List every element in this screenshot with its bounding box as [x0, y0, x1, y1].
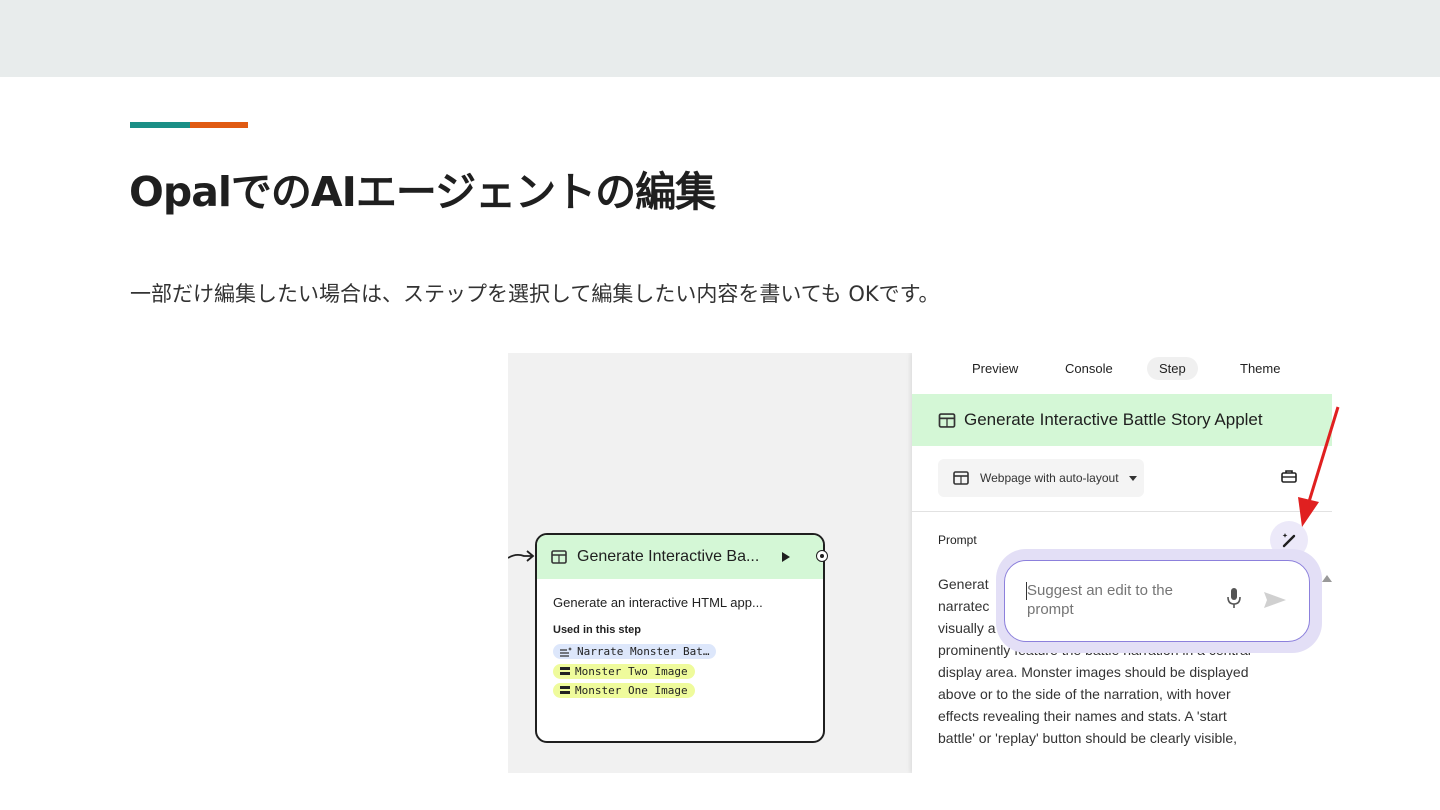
- chip-label: Monster Two Image: [575, 664, 688, 678]
- webpage-icon: [953, 471, 969, 485]
- tab-theme[interactable]: Theme: [1228, 357, 1292, 380]
- title-accent-teal: [130, 122, 190, 128]
- incoming-edge-arrow: [508, 550, 535, 562]
- prompt-line: display area. Monster images should be d…: [938, 664, 1249, 680]
- step-title[interactable]: Generate Interactive Battle Story Applet: [964, 410, 1263, 430]
- prompt-line: above or to the side of the narration, w…: [938, 686, 1231, 702]
- webpage-icon: [938, 412, 956, 428]
- chip-narrate-monster[interactable]: Narrate Monster Bat…: [553, 644, 717, 659]
- equals-icon: [560, 686, 570, 694]
- text-spark-icon: [560, 646, 572, 657]
- step-header: Generate Interactive Battle Story Applet: [912, 394, 1332, 446]
- play-icon[interactable]: [781, 551, 791, 563]
- app-screenshot: Generate Interactive Ba... Generate an i…: [508, 353, 1332, 773]
- tab-console[interactable]: Console: [1053, 357, 1125, 380]
- webpage-icon: [551, 550, 567, 564]
- slide-subtitle: 一部だけ編集したい場合は、ステップを選択して編集したい内容を書いても OKです。: [130, 282, 940, 306]
- node-description: Generate an interactive HTML app...: [553, 595, 763, 610]
- chip-label: Narrate Monster Bat…: [577, 645, 710, 658]
- prompt-label: Prompt: [938, 533, 977, 547]
- step-node[interactable]: Generate Interactive Ba... Generate an i…: [535, 533, 825, 743]
- equals-icon: [560, 667, 570, 675]
- node-header[interactable]: Generate Interactive Ba...: [537, 535, 823, 579]
- panel-tabs: Preview Console Step Theme: [912, 353, 1332, 393]
- output-type-label: Webpage with auto-layout: [980, 471, 1119, 485]
- output-port[interactable]: [816, 550, 828, 562]
- microphone-icon[interactable]: [1227, 587, 1241, 609]
- node-used-label: Used in this step: [553, 624, 642, 636]
- tab-preview[interactable]: Preview: [960, 357, 1030, 380]
- slide-title: OpalでのAIエージェントの編集: [129, 168, 716, 216]
- output-type-select[interactable]: Webpage with auto-layout: [938, 459, 1144, 497]
- suggest-edit-input[interactable]: [1027, 581, 1207, 619]
- chip-label: Monster One Image: [575, 683, 688, 697]
- scrollbar-up-arrow[interactable]: [1322, 575, 1332, 582]
- chip-monster-one-image[interactable]: Monster One Image: [553, 682, 695, 698]
- prompt-line: effects revealing their names and stats.…: [938, 708, 1227, 724]
- suggest-edit-box[interactable]: [1004, 560, 1310, 642]
- prompt-line: battle' or 'replay' button should be cle…: [938, 730, 1238, 746]
- top-band: [0, 0, 1440, 77]
- tab-step[interactable]: Step: [1147, 357, 1198, 380]
- chip-monster-two-image[interactable]: Monster Two Image: [553, 663, 695, 679]
- send-icon[interactable]: [1263, 591, 1287, 609]
- callout-arrow-icon: [1298, 406, 1340, 527]
- step-editor-panel: Preview Console Step Theme Generate Inte…: [912, 353, 1332, 773]
- caret-down-icon: [1128, 475, 1137, 481]
- title-accent-orange: [190, 122, 248, 128]
- section-divider: [912, 511, 1332, 512]
- graph-canvas[interactable]: Generate Interactive Ba... Generate an i…: [508, 353, 912, 773]
- node-title: Generate Interactive Ba...: [577, 548, 760, 565]
